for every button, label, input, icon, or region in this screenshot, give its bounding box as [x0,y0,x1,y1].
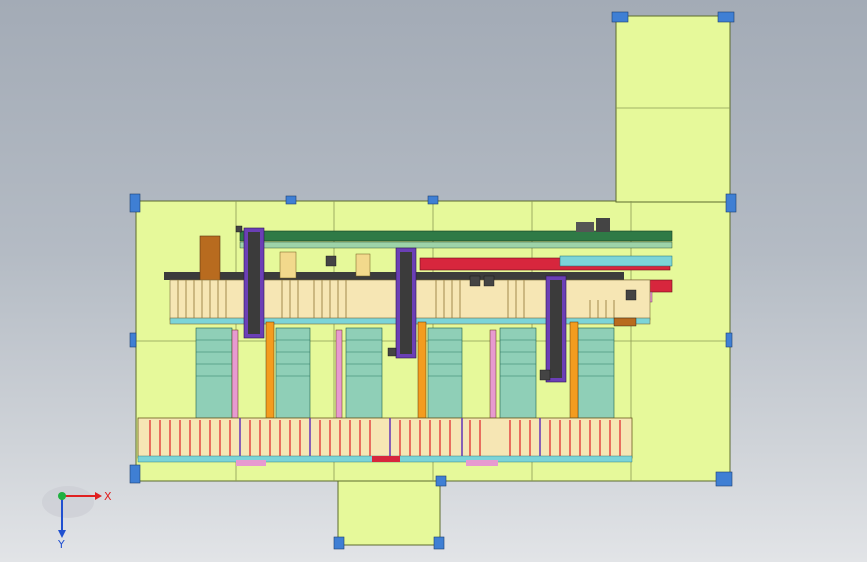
coordinate-triad: X Y [42,486,112,550]
y-axis-arrowhead [58,530,66,538]
y-axis-label: Y [57,538,65,550]
triad-plane [42,486,94,518]
cad-viewport[interactable] [0,0,867,562]
x-axis-label: X [104,490,112,503]
origin-marker [58,492,66,500]
lower-rack [137,417,633,466]
x-axis-arrowhead [95,492,102,500]
